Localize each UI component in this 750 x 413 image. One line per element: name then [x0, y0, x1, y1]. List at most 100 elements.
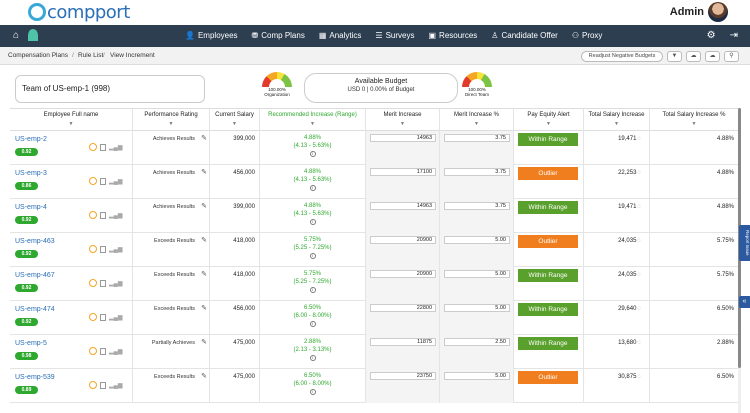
comment-icon[interactable]: ◌ [637, 136, 641, 142]
info-icon[interactable]: i [309, 151, 316, 157]
download-icon[interactable]: ☁ [705, 51, 720, 62]
merit-increase-input[interactable]: 11875 [370, 338, 436, 346]
employee-name-link[interactable]: US-emp-474 [15, 306, 55, 313]
nav-item-employees[interactable]: 👤 Employees [178, 25, 245, 47]
employee-name-link[interactable]: US-emp-3 [15, 170, 47, 177]
merit-increase-pct-input[interactable]: 5.00 [444, 304, 510, 312]
home-icon[interactable]: ⌂ [13, 30, 19, 41]
document-icon[interactable] [100, 313, 106, 321]
merit-increase-pct-input[interactable]: 3.75 [444, 134, 510, 142]
status-circle-icon[interactable] [89, 313, 97, 321]
nav-item-analytics[interactable]: ▦ Analytics [312, 25, 369, 47]
col-total-salary-increase[interactable]: Total Salary Increase ▼ [584, 109, 650, 131]
status-circle-icon[interactable] [89, 245, 97, 253]
col-merit-increase[interactable]: Merit Increase ▼ [366, 109, 440, 131]
col-pay-equity-alert[interactable]: Pay Equity Alert ▼ [514, 109, 584, 131]
filter-icon[interactable]: ▼ [584, 121, 649, 127]
filter-icon[interactable]: ▼ [650, 121, 738, 127]
status-circle-icon[interactable] [89, 177, 97, 185]
filter-icon[interactable]: ▼ [133, 121, 209, 127]
employee-name-link[interactable]: US-emp-539 [15, 374, 55, 381]
filter-icon[interactable]: ▼ [514, 121, 583, 127]
status-circle-icon[interactable] [89, 279, 97, 287]
team-selector[interactable]: Team of US-emp-1 (998) [15, 75, 205, 103]
merit-increase-pct-input[interactable]: 2.50 [444, 338, 510, 346]
col-employee-name[interactable]: Employee Full name ▼ [10, 109, 133, 131]
comment-icon[interactable]: ◌ [637, 272, 641, 278]
comment-icon[interactable]: ◌ [637, 238, 641, 244]
pencil-icon[interactable]: ✎ [201, 270, 207, 278]
merit-increase-pct-input[interactable]: 5.00 [444, 236, 510, 244]
col-recommended-increase[interactable]: Recommended Increase (Range) ▼ [260, 109, 366, 131]
document-icon[interactable] [100, 381, 106, 389]
upload-icon[interactable]: ☁ [686, 51, 701, 62]
comment-icon[interactable]: ◌ [637, 306, 641, 312]
filter-icon[interactable]: ▼ [210, 121, 259, 127]
columns-icon[interactable]: ⚲ [724, 51, 739, 62]
info-icon[interactable]: i [309, 389, 316, 395]
pencil-icon[interactable]: ✎ [201, 372, 207, 380]
breadcrumb-item[interactable]: Compensation Plans [8, 52, 68, 59]
pencil-icon[interactable]: ✎ [201, 168, 207, 176]
status-circle-icon[interactable] [89, 347, 97, 355]
comment-icon[interactable]: ◌ [637, 374, 641, 380]
nav-item-comp-plans[interactable]: ⛃ Comp Plans [245, 25, 312, 47]
avatar[interactable] [708, 2, 728, 22]
filter-icon[interactable]: ▼ [10, 121, 132, 127]
user-name[interactable]: Admin [670, 6, 704, 18]
pencil-icon[interactable]: ✎ [201, 134, 207, 142]
info-icon[interactable]: i [309, 355, 316, 361]
merit-increase-input[interactable]: 20900 [370, 236, 436, 244]
info-icon[interactable]: i [309, 253, 316, 259]
merit-increase-input[interactable]: 20900 [370, 270, 436, 278]
comment-icon[interactable]: ◌ [637, 340, 641, 346]
nav-item-surveys[interactable]: ☰ Surveys [368, 25, 421, 47]
filter-icon[interactable]: ▼ [260, 121, 365, 127]
info-icon[interactable]: i [309, 185, 316, 191]
info-icon[interactable]: i [309, 321, 316, 327]
breadcrumb-item[interactable]: Rule List [78, 52, 103, 59]
document-icon[interactable] [100, 177, 106, 185]
nav-item-candidate-offer[interactable]: ♙ Candidate Offer [484, 25, 565, 47]
filter-icon[interactable]: ▼ [667, 51, 682, 62]
col-merit-increase-pct[interactable]: Merit Increase % ▼ [440, 109, 514, 131]
employee-name-link[interactable]: US-emp-467 [15, 272, 55, 279]
document-icon[interactable] [100, 143, 106, 151]
gear-icon[interactable]: ⚙ [707, 30, 716, 41]
col-performance-rating[interactable]: Performance Rating ▼ [133, 109, 210, 131]
nav-item-proxy[interactable]: ⚇ Proxy [565, 25, 610, 47]
nav-item-resources[interactable]: ▣ Resources [421, 25, 484, 47]
document-icon[interactable] [100, 279, 106, 287]
merit-increase-input[interactable]: 14963 [370, 134, 436, 142]
readjust-negative-budgets-button[interactable]: Readjust Negative Budgets [581, 51, 663, 62]
merit-increase-input[interactable]: 22800 [370, 304, 436, 312]
compport-logo[interactable]: compport [28, 2, 130, 23]
report-issue-tab[interactable]: Report Issue [739, 225, 750, 261]
status-circle-icon[interactable] [89, 211, 97, 219]
col-total-salary-increase-pct[interactable]: Total Salary Increase % ▼ [650, 109, 738, 131]
filter-icon[interactable]: ▼ [366, 121, 439, 127]
info-icon[interactable]: i [309, 219, 316, 225]
merit-increase-input[interactable]: 23750 [370, 372, 436, 380]
document-icon[interactable] [100, 245, 106, 253]
collapse-icon[interactable]: « [739, 296, 750, 308]
filter-icon[interactable]: ▼ [440, 121, 513, 127]
merit-increase-pct-input[interactable]: 5.00 [444, 270, 510, 278]
logout-icon[interactable]: ⇥ [730, 30, 738, 41]
comment-icon[interactable]: ◌ [637, 204, 641, 210]
pencil-icon[interactable]: ✎ [201, 304, 207, 312]
document-icon[interactable] [100, 347, 106, 355]
employee-name-link[interactable]: US-emp-4 [15, 204, 47, 211]
merit-increase-pct-input[interactable]: 3.75 [444, 168, 510, 176]
status-circle-icon[interactable] [89, 381, 97, 389]
comment-icon[interactable]: ◌ [637, 170, 641, 176]
document-icon[interactable] [100, 211, 106, 219]
merit-increase-pct-input[interactable]: 5.00 [444, 372, 510, 380]
employee-name-link[interactable]: US-emp-463 [15, 238, 55, 245]
pencil-icon[interactable]: ✎ [201, 338, 207, 346]
pencil-icon[interactable]: ✎ [201, 202, 207, 210]
status-circle-icon[interactable] [89, 143, 97, 151]
merit-increase-input[interactable]: 14963 [370, 202, 436, 210]
employee-name-link[interactable]: US-emp-2 [15, 136, 47, 143]
employee-name-link[interactable]: US-emp-5 [15, 340, 47, 347]
